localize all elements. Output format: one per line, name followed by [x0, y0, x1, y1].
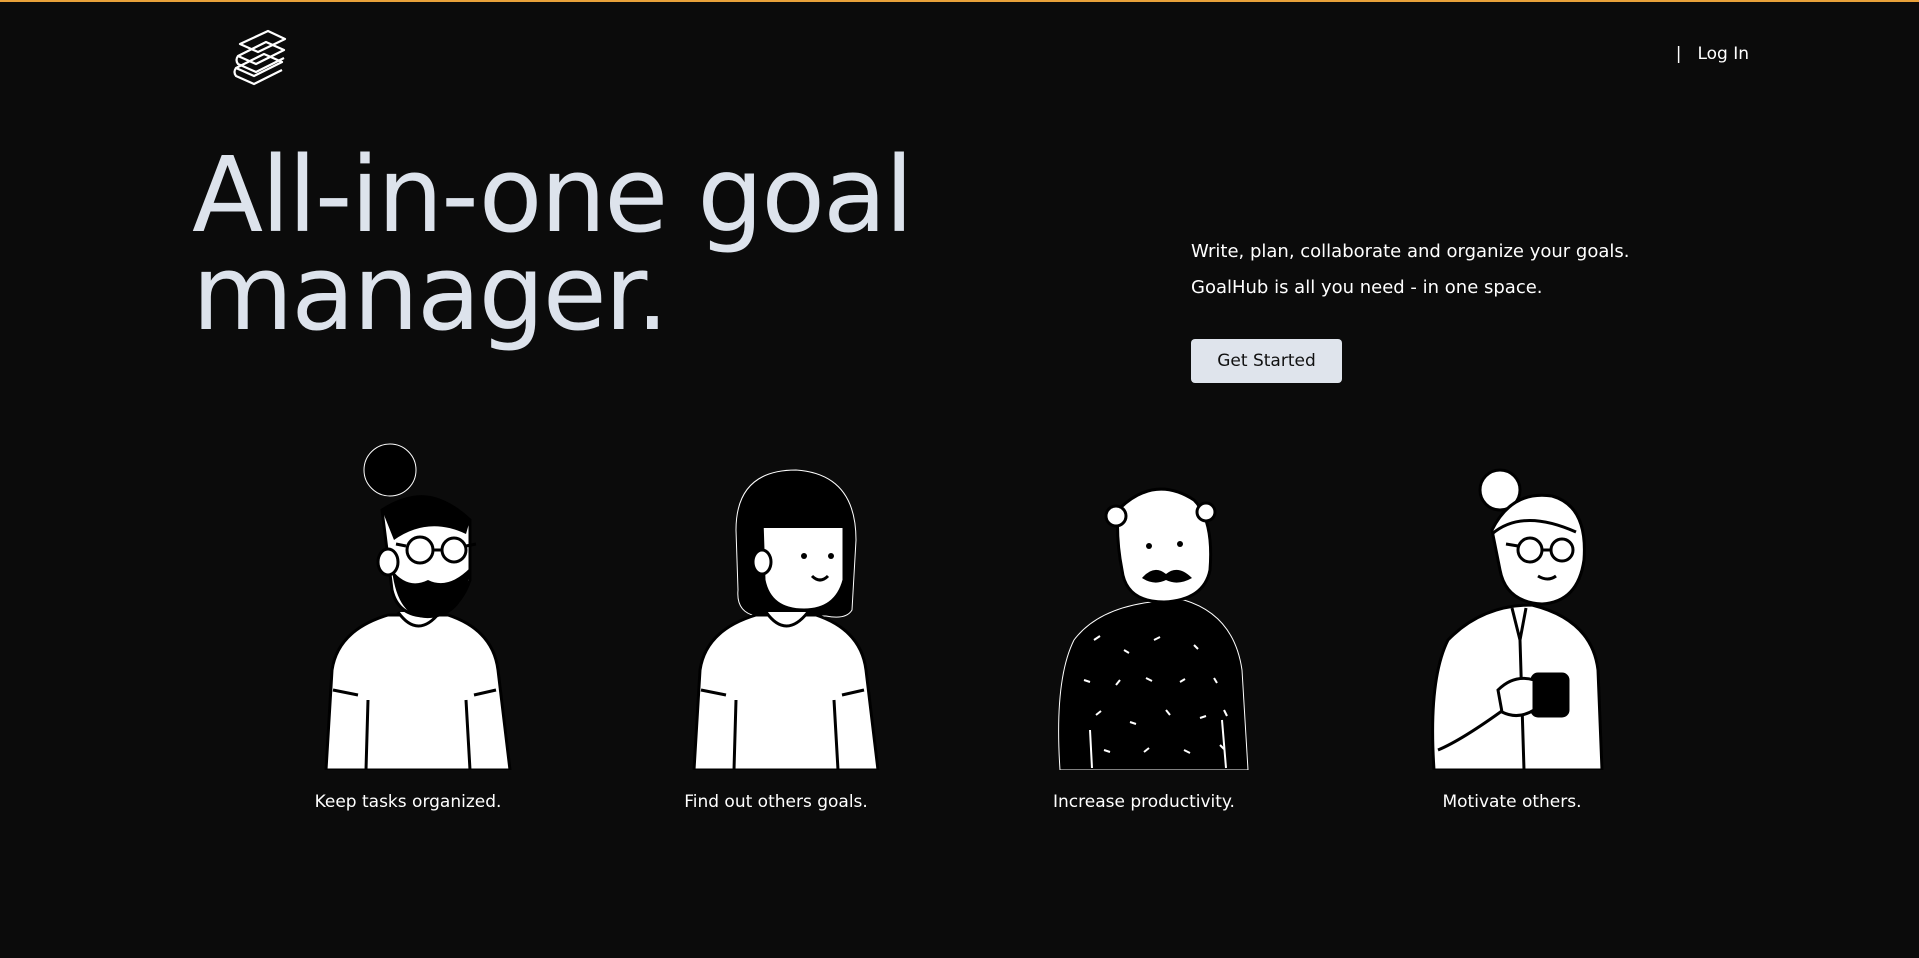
- hero-description: Write, plan, collaborate and organize yo…: [1191, 234, 1711, 306]
- woman-with-bangs-illustration: [692, 469, 880, 770]
- feature-card: Keep tasks organized.: [278, 440, 538, 812]
- bearded-man-illustration: [324, 443, 512, 770]
- feature-card: Motivate others.: [1382, 440, 1642, 812]
- woman-with-mug-illustration: [1431, 468, 1604, 770]
- feature-caption: Find out others goals.: [684, 792, 868, 812]
- nav-separator: |: [1675, 44, 1682, 64]
- feature-card: Increase productivity.: [1014, 440, 1274, 812]
- stacked-books-icon[interactable]: [228, 28, 290, 90]
- hero-description-line-1: Write, plan, collaborate and organize yo…: [1191, 241, 1630, 262]
- feature-caption: Increase productivity.: [1053, 792, 1235, 812]
- hero-title-line-2: manager.: [192, 232, 669, 354]
- get-started-button[interactable]: Get Started: [1191, 339, 1342, 383]
- feature-card: Find out others goals.: [646, 440, 906, 812]
- bald-man-illustration: [1058, 487, 1249, 770]
- hero-title: All-in-one goal manager.: [192, 143, 1012, 345]
- top-nav: | Log In: [1676, 44, 1749, 64]
- feature-caption: Keep tasks organized.: [314, 792, 502, 812]
- feature-caption: Motivate others.: [1442, 792, 1582, 812]
- top-accent-line: [0, 0, 1919, 2]
- login-link[interactable]: Log In: [1697, 44, 1749, 64]
- hero-description-line-2: GoalHub is all you need - in one space.: [1191, 277, 1543, 298]
